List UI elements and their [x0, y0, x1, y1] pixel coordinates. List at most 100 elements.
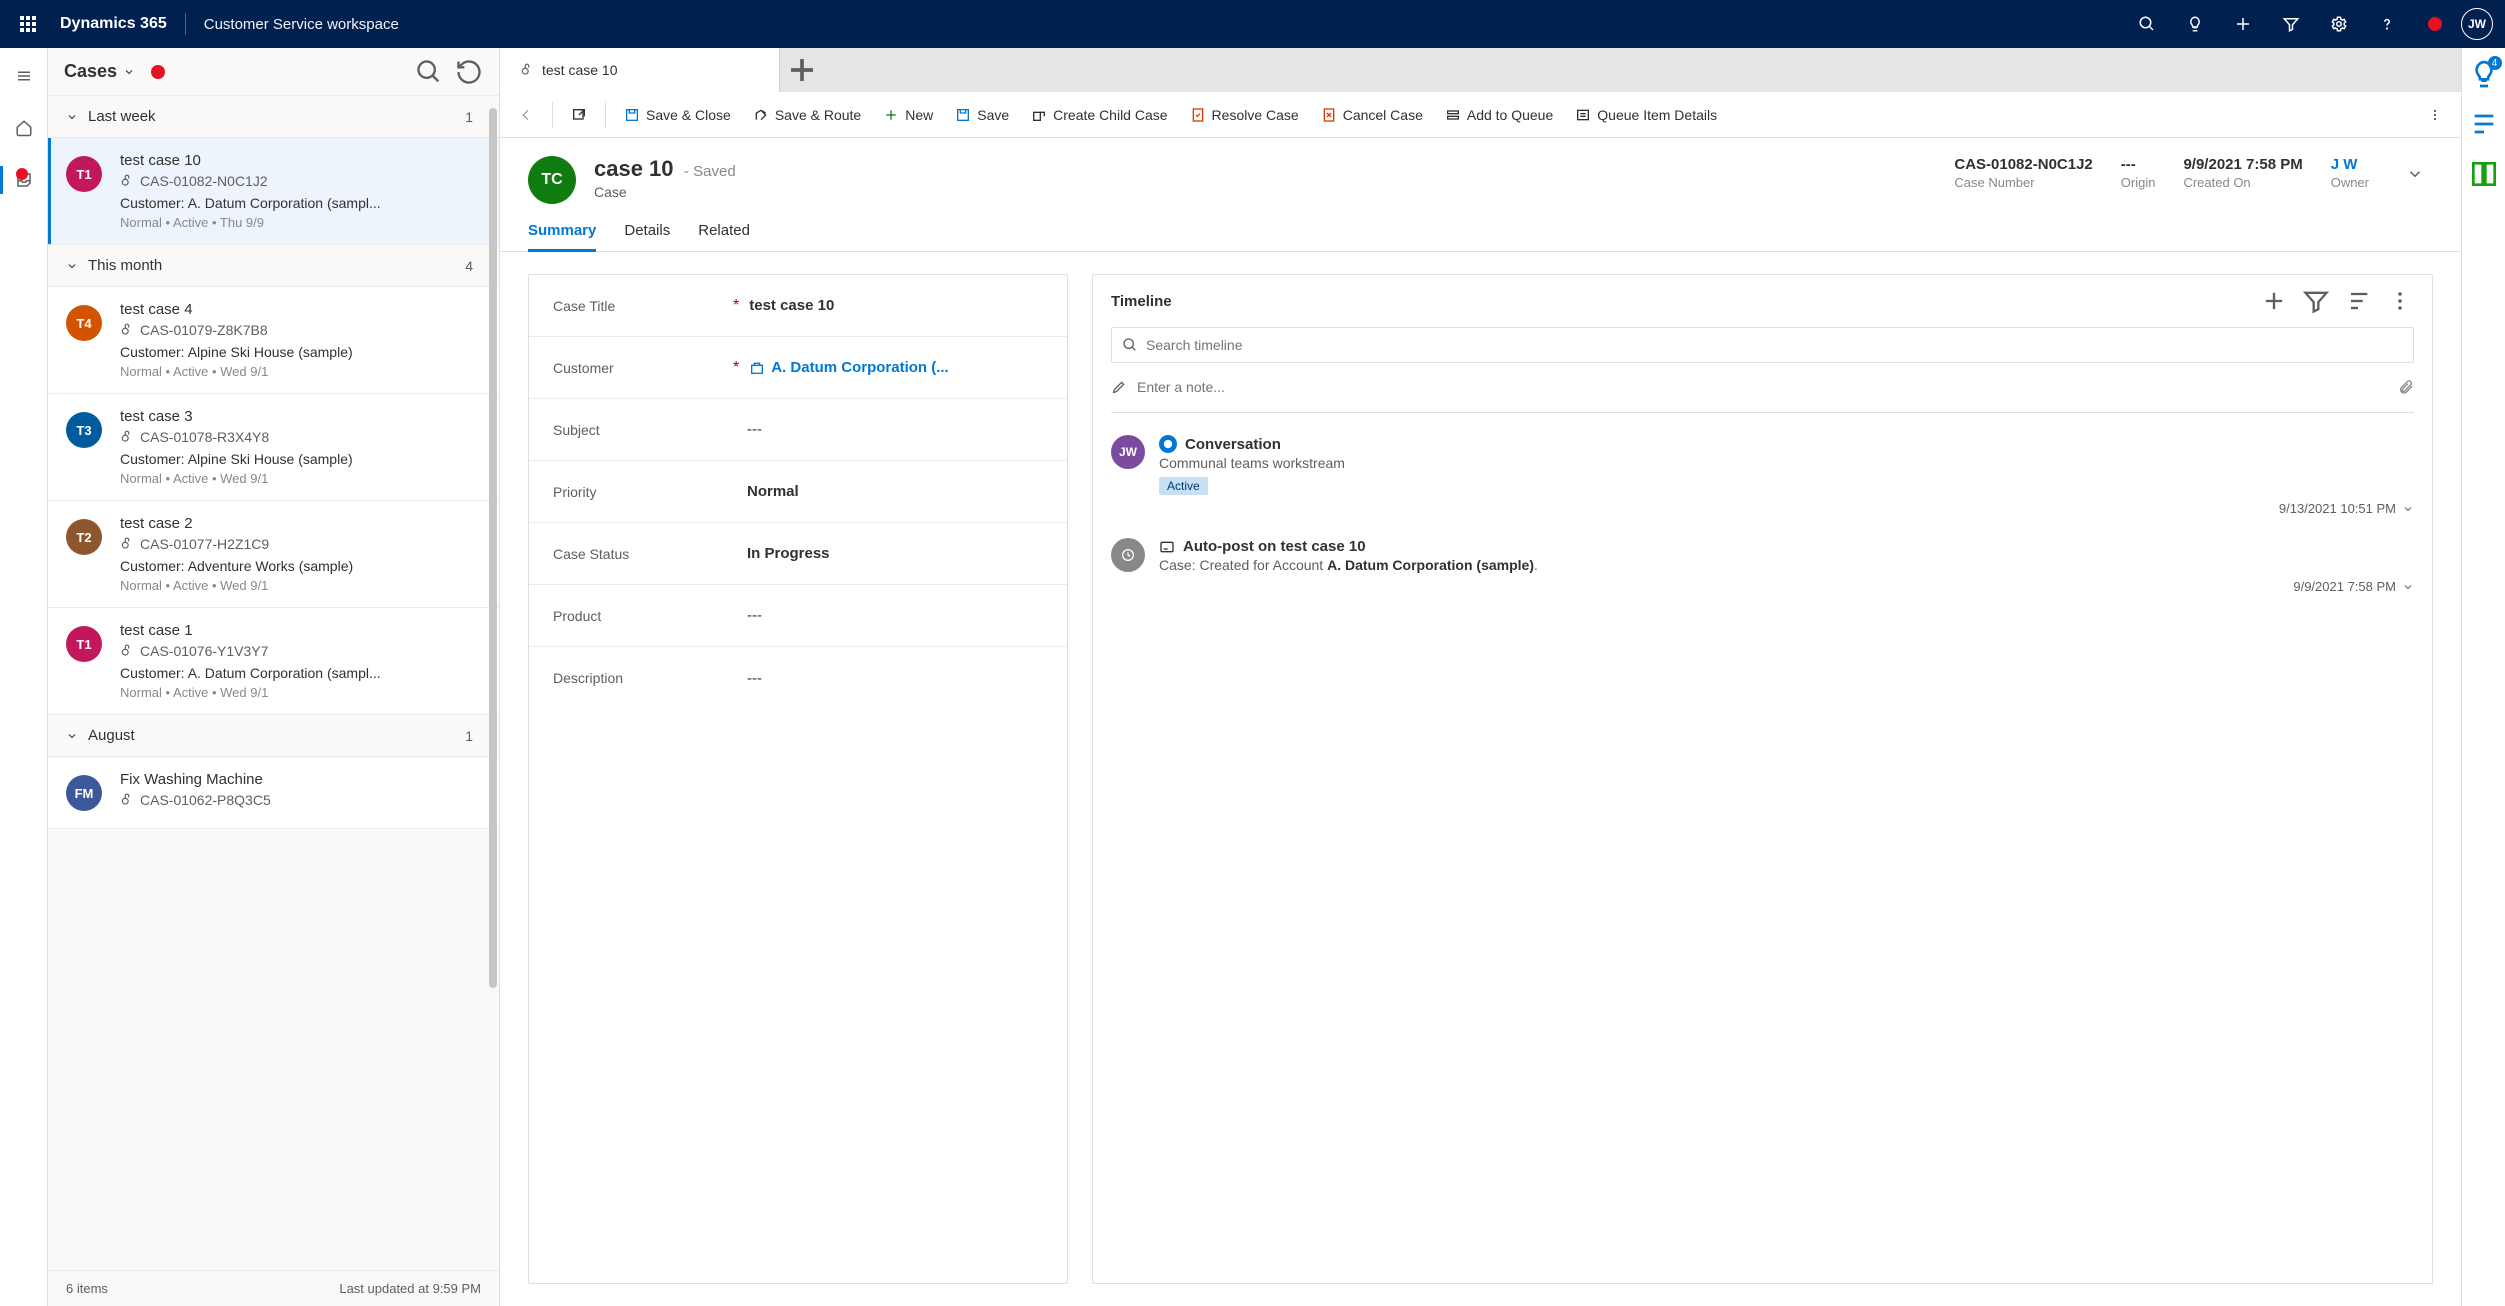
record-entity-label: Case: [594, 184, 736, 200]
refresh-icon[interactable]: [455, 58, 483, 86]
case-list-panel: Cases Last week1T1test case 10CAS-01082-…: [48, 48, 500, 1306]
timeline-sort-icon[interactable]: [2344, 287, 2372, 315]
header-field: 9/9/2021 7:58 PMCreated On: [2183, 156, 2302, 190]
search-icon[interactable]: [2125, 2, 2169, 46]
case-icon: [520, 63, 534, 77]
right-productivity-rail: 4: [2461, 48, 2505, 1306]
case-item-meta: Normal • Active • Wed 9/1: [120, 685, 481, 700]
case-item-title: test case 4: [120, 301, 481, 318]
search-icon[interactable]: [415, 58, 443, 86]
timeline-search-input[interactable]: [1146, 337, 2403, 353]
form-tab[interactable]: Related: [698, 222, 750, 251]
case-list-title[interactable]: Cases: [64, 61, 135, 82]
form-tab[interactable]: Details: [624, 222, 670, 251]
back-button[interactable]: [508, 97, 544, 133]
case-item-number: CAS-01076-Y1V3Y7: [120, 643, 481, 659]
smart-assist-badge: 4: [2488, 56, 2502, 70]
case-item[interactable]: T4test case 4CAS-01079-Z8K7B8Customer: A…: [48, 287, 499, 394]
header-expand-icon[interactable]: [2397, 156, 2433, 192]
save-close-button[interactable]: Save & Close: [614, 97, 741, 133]
timeline-note-input[interactable]: [1137, 379, 2388, 395]
case-item-customer: Customer: Adventure Works (sample): [120, 558, 481, 574]
create-child-case-button[interactable]: Create Child Case: [1021, 97, 1177, 133]
timeline-title: Timeline: [1111, 293, 1172, 310]
timeline-item[interactable]: Auto-post on test case 10Case: Created f…: [1093, 530, 2432, 608]
case-item-title: test case 10: [120, 152, 481, 169]
field-row[interactable]: Subject---: [529, 399, 1067, 461]
save-button[interactable]: Save: [945, 97, 1019, 133]
gear-icon[interactable]: [2317, 2, 2361, 46]
scrollbar-thumb[interactable]: [489, 108, 497, 988]
case-item-title: test case 3: [120, 408, 481, 425]
field-row[interactable]: Product---: [529, 585, 1067, 647]
form-tab[interactable]: Summary: [528, 222, 596, 252]
add-icon[interactable]: [2221, 2, 2265, 46]
more-commands-button[interactable]: [2417, 97, 2453, 133]
timeline-search[interactable]: [1111, 327, 2414, 363]
add-to-queue-button[interactable]: Add to Queue: [1435, 97, 1563, 133]
group-header[interactable]: Last week1: [48, 96, 499, 138]
paperclip-icon[interactable]: [2398, 379, 2414, 395]
case-item-number: CAS-01079-Z8K7B8: [120, 322, 481, 338]
open-new-window-button[interactable]: [561, 97, 597, 133]
record-avatar: TC: [528, 156, 576, 204]
queue-item-details-button[interactable]: Queue Item Details: [1565, 97, 1727, 133]
field-row[interactable]: Description---: [529, 647, 1067, 709]
new-button[interactable]: New: [873, 97, 943, 133]
case-item[interactable]: FMFix Washing MachineCAS-01062-P8Q3C5: [48, 757, 499, 829]
field-row[interactable]: Case Title*test case 10: [529, 275, 1067, 337]
case-item[interactable]: T1 test case 1 CAS-01076-Y1V3Y7 Customer: A…: [48, 608, 499, 715]
session-tab[interactable]: test case 10: [500, 48, 780, 92]
app-launcher-button[interactable]: [12, 8, 44, 40]
header-field: CAS-01082-N0C1J2Case Number: [1954, 156, 2092, 190]
timeline-note-row[interactable]: [1111, 373, 2414, 413]
chevron-down-icon: [123, 66, 135, 78]
case-item-customer: Customer: A. Datum Corporation (sampl...: [120, 665, 481, 681]
group-header[interactable]: This month4: [48, 245, 499, 287]
user-avatar[interactable]: JW: [2461, 8, 2493, 40]
timeline-add-icon[interactable]: [2260, 287, 2288, 315]
case-item-customer: Customer: Alpine Ski House (sample): [120, 451, 481, 467]
smart-assist-icon[interactable]: 4: [2468, 58, 2500, 90]
hamburger-icon[interactable]: [6, 58, 42, 94]
lightbulb-icon[interactable]: [2173, 2, 2217, 46]
field-row[interactable]: Case StatusIn Progress: [529, 523, 1067, 585]
field-row[interactable]: Customer*A. Datum Corporation (...: [529, 337, 1067, 399]
left-nav-rail: [0, 48, 48, 1306]
save-route-button[interactable]: Save & Route: [743, 97, 871, 133]
case-item-meta: Normal • Active • Wed 9/1: [120, 471, 481, 486]
case-item-number: CAS-01077-H2Z1C9: [120, 536, 481, 552]
case-item-number: CAS-01078-R3X4Y8: [120, 429, 481, 445]
presence-indicator[interactable]: [2413, 2, 2457, 46]
group-header[interactable]: August1: [48, 715, 499, 757]
resolve-case-button[interactable]: Resolve Case: [1180, 97, 1309, 133]
add-tab-button[interactable]: [780, 48, 824, 92]
case-item[interactable]: T2test case 2CAS-01077-H2Z1C9Customer: A…: [48, 501, 499, 608]
last-updated-label: Last updated at 9:59 PM: [339, 1281, 481, 1296]
knowledge-icon[interactable]: [2468, 158, 2500, 190]
filter-icon[interactable]: [2269, 2, 2313, 46]
case-avatar: T1: [66, 156, 102, 192]
record-title: case 10: [594, 156, 674, 181]
form-tabs: Summary Details Related: [500, 204, 2461, 252]
timeline-item[interactable]: JWConversationCommunal teams workstreamA…: [1093, 427, 2432, 530]
case-item-title: test case 1: [120, 622, 481, 639]
timeline-panel: Timeline: [1092, 274, 2433, 1284]
help-icon[interactable]: [2365, 2, 2409, 46]
case-item-meta: Normal • Active • Thu 9/9: [120, 215, 481, 230]
case-item[interactable]: T1test case 10CAS-01082-N0C1J2Customer: …: [48, 138, 499, 245]
case-avatar: T1: [66, 626, 102, 662]
header-field: ---Origin: [2121, 156, 2156, 190]
session-tab-label: test case 10: [542, 62, 618, 78]
case-item[interactable]: T3test case 3CAS-01078-R3X4Y8Customer: A…: [48, 394, 499, 501]
timeline-more-icon[interactable]: [2386, 287, 2414, 315]
header-field: J WOwner: [2331, 156, 2369, 190]
case-item-meta: Normal • Active • Wed 9/1: [120, 364, 481, 379]
home-icon[interactable]: [6, 110, 42, 146]
field-row[interactable]: PriorityNormal: [529, 461, 1067, 523]
agent-script-icon[interactable]: [2468, 108, 2500, 140]
session-tabstrip: test case 10: [500, 48, 2461, 92]
timeline-filter-icon[interactable]: [2302, 287, 2330, 315]
cancel-case-button[interactable]: Cancel Case: [1311, 97, 1433, 133]
topbar-divider: [185, 13, 186, 35]
